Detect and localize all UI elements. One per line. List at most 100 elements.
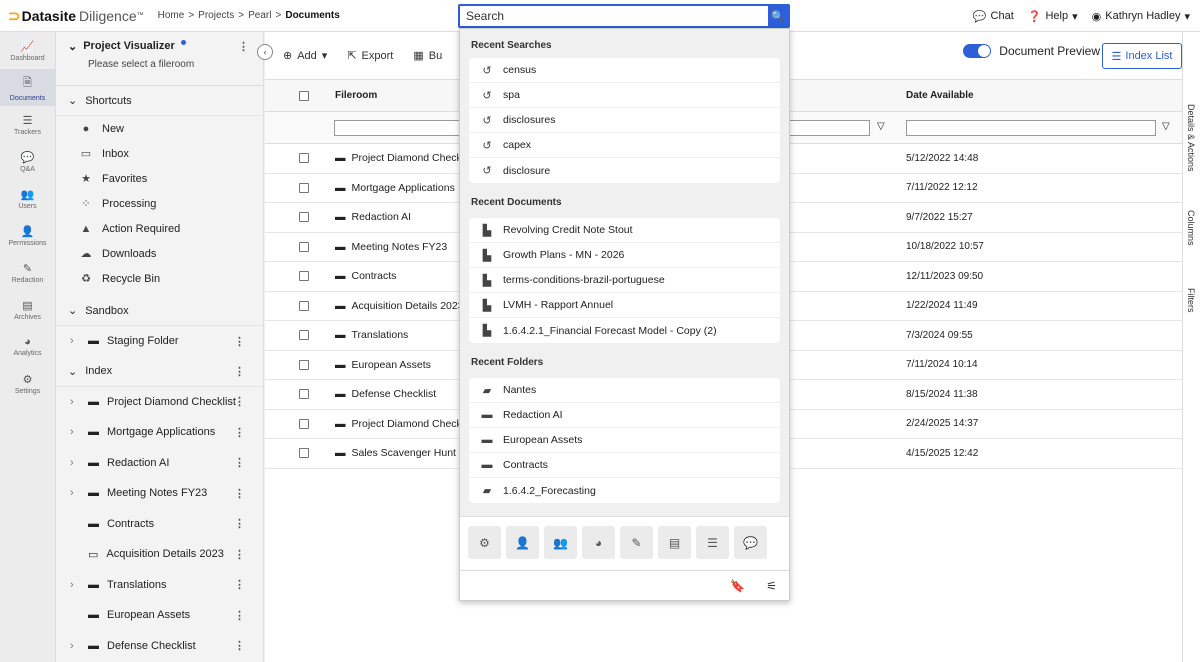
index-section-header[interactable]: ⌄ Index ⋮ xyxy=(56,357,263,387)
row-checkbox[interactable] xyxy=(299,418,309,429)
rail-item-settings[interactable]: ⚙ Settings xyxy=(0,365,55,402)
shortcut-action-required[interactable]: ▲ Action Required xyxy=(56,216,263,241)
sandbox-section-header[interactable]: ⌄ Sandbox xyxy=(56,296,263,326)
tree-node[interactable]: › ▬ Defense Checklist ⋮ xyxy=(56,631,263,662)
columns-tab[interactable]: Columns xyxy=(1186,210,1196,246)
kebab-menu-icon[interactable]: ⋮ xyxy=(234,335,245,348)
help-button[interactable]: ❓ Help ▾ xyxy=(1028,10,1078,23)
search-button[interactable]: 🔍 xyxy=(768,6,788,26)
add-button[interactable]: ⊕ Add ▾ xyxy=(283,49,327,63)
bookmark-icon[interactable]: 🔖 xyxy=(730,579,745,593)
index-list-button[interactable]: ☰ Index List xyxy=(1102,43,1182,69)
chevron-right-icon[interactable]: › xyxy=(70,640,80,652)
row-checkbox[interactable] xyxy=(299,300,309,311)
kebab-menu-icon[interactable]: ⋮ xyxy=(234,578,245,591)
rail-item-dashboard[interactable]: 📈 Dashboard xyxy=(0,32,55,69)
shortcut-new[interactable]: ● New xyxy=(56,116,263,141)
chevron-right-icon[interactable]: › xyxy=(70,579,80,591)
kebab-menu-icon[interactable]: ⋮ xyxy=(234,487,245,500)
breadcrumb-pearl[interactable]: Pearl xyxy=(248,10,271,21)
chevron-right-icon[interactable]: › xyxy=(70,335,80,347)
tree-node[interactable]: › ▬ Meeting Notes FY23 ⋮ xyxy=(56,478,263,509)
settings-icon[interactable]: ⚙ xyxy=(468,526,501,559)
recent-search-item[interactable]: ↺ disclosure xyxy=(469,158,780,183)
rail-item-trackers[interactable]: ☰ Trackers xyxy=(0,106,55,143)
qa-icon[interactable]: 💬 xyxy=(734,526,767,559)
permissions-icon[interactable]: 👤 xyxy=(506,526,539,559)
chevron-right-icon[interactable]: › xyxy=(70,487,80,499)
tree-node[interactable]: › ▬ Redaction AI ⋮ xyxy=(56,448,263,479)
row-checkbox[interactable] xyxy=(299,271,309,282)
recent-document-item[interactable]: ▙ Growth Plans - MN - 2026 xyxy=(469,243,780,268)
rail-item-permissions[interactable]: 👤 Permissions xyxy=(0,217,55,254)
collapse-panel-button[interactable]: ‹ xyxy=(257,44,273,60)
rail-item-qa[interactable]: 💬 Q&A xyxy=(0,143,55,180)
chevron-right-icon[interactable]: › xyxy=(70,426,80,438)
kebab-menu-icon[interactable]: ⋮ xyxy=(234,609,245,622)
tree-node[interactable]: ▭ Acquisition Details 2023 ⋮ xyxy=(56,539,263,570)
date-filter-input[interactable] xyxy=(906,120,1156,136)
row-checkbox[interactable] xyxy=(299,182,309,193)
rail-item-users[interactable]: 👥 Users xyxy=(0,180,55,217)
filters-tab[interactable]: Filters xyxy=(1186,288,1196,313)
kebab-menu-icon[interactable]: ⋮ xyxy=(234,639,245,652)
analytics-icon[interactable]: ◕ xyxy=(582,526,615,559)
kebab-menu-icon[interactable]: ⋮ xyxy=(238,40,249,53)
tree-node[interactable]: › ▬ Project Diamond Checklist ⋮ xyxy=(56,387,263,418)
sliders-icon[interactable]: ⚟ xyxy=(766,579,777,593)
user-menu[interactable]: ◉ Kathryn Hadley ▾ xyxy=(1092,10,1190,23)
recent-folder-item[interactable]: ▰ 1.6.4.2_Forecasting xyxy=(469,478,780,503)
kebab-menu-icon[interactable]: ⋮ xyxy=(234,395,245,408)
recent-search-item[interactable]: ↺ disclosures xyxy=(469,108,780,133)
filter-icon[interactable]: ▽ xyxy=(877,121,885,132)
recent-search-item[interactable]: ↺ census xyxy=(469,58,780,83)
kebab-menu-icon[interactable]: ⋮ xyxy=(234,456,245,469)
chevron-right-icon[interactable]: › xyxy=(70,457,80,469)
shortcut-inbox[interactable]: ▭ Inbox xyxy=(56,141,263,166)
row-checkbox[interactable] xyxy=(299,389,309,400)
recent-folder-item[interactable]: ▬ European Assets xyxy=(469,428,780,453)
recent-search-item[interactable]: ↺ spa xyxy=(469,83,780,108)
recent-document-item[interactable]: ▙ terms-conditions-brazil-portuguese xyxy=(469,268,780,293)
row-checkbox[interactable] xyxy=(299,448,309,459)
datasite-logo[interactable]: ⊃ Datasite Diligence ™ xyxy=(8,7,144,25)
row-checkbox[interactable] xyxy=(299,359,309,370)
kebab-menu-icon[interactable]: ⋮ xyxy=(234,517,245,530)
column-fileroom[interactable]: Fileroom xyxy=(335,90,377,101)
tree-node[interactable]: › ▬ Mortgage Applications ⋮ xyxy=(56,417,263,448)
kebab-menu-icon[interactable]: ⋮ xyxy=(234,365,245,378)
details-actions-tab[interactable]: Details & Actions xyxy=(1186,104,1196,172)
tree-node[interactable]: ▬ Contracts ⋮ xyxy=(56,509,263,540)
shortcut-recycle-bin[interactable]: ♻ Recycle Bin xyxy=(56,266,263,291)
tree-node-staging-folder[interactable]: › ▬ Staging Folder ⋮ xyxy=(56,326,263,357)
kebab-menu-icon[interactable]: ⋮ xyxy=(234,548,245,561)
bulk-button[interactable]: ▦ Bu xyxy=(413,49,442,63)
column-date-available[interactable]: Date Available xyxy=(906,90,974,101)
row-checkbox[interactable] xyxy=(299,153,309,164)
select-all-checkbox[interactable] xyxy=(299,90,309,101)
toggle-switch[interactable] xyxy=(963,44,992,58)
recent-folder-item[interactable]: ▰ Nantes xyxy=(469,378,780,403)
shortcut-processing[interactable]: ⁘ Processing xyxy=(56,191,263,216)
tree-node[interactable]: ▬ European Assets ⋮ xyxy=(56,600,263,631)
recent-document-item[interactable]: ▙ 1.6.4.2.1_Financial Forecast Model - Co… xyxy=(469,318,780,343)
row-checkbox[interactable] xyxy=(299,330,309,341)
shortcut-downloads[interactable]: ☁ Downloads xyxy=(56,241,263,266)
chat-button[interactable]: 💬 Chat xyxy=(973,10,1014,23)
filter-icon[interactable]: ▽ xyxy=(1162,121,1170,132)
rail-item-documents[interactable]: 🗎 Documents xyxy=(0,69,55,106)
search-input[interactable] xyxy=(460,6,768,26)
redaction-icon[interactable]: ✎ xyxy=(620,526,653,559)
row-checkbox[interactable] xyxy=(299,241,309,252)
breadcrumb-home[interactable]: Home xyxy=(158,10,185,21)
rail-item-redaction[interactable]: ✎ Redaction xyxy=(0,254,55,291)
export-button[interactable]: ⇱ Export xyxy=(347,49,393,63)
recent-document-item[interactable]: ▙ Revolving Credit Note Stout xyxy=(469,218,780,243)
trackers-icon[interactable]: ☰ xyxy=(696,526,729,559)
row-checkbox[interactable] xyxy=(299,212,309,223)
rail-item-analytics[interactable]: ◕ Analytics xyxy=(0,328,55,365)
recent-search-item[interactable]: ↺ capex xyxy=(469,133,780,158)
chevron-right-icon[interactable]: › xyxy=(70,396,80,408)
rail-item-archives[interactable]: ▤ Archives xyxy=(0,291,55,328)
recent-folder-item[interactable]: ▬ Redaction AI xyxy=(469,403,780,428)
